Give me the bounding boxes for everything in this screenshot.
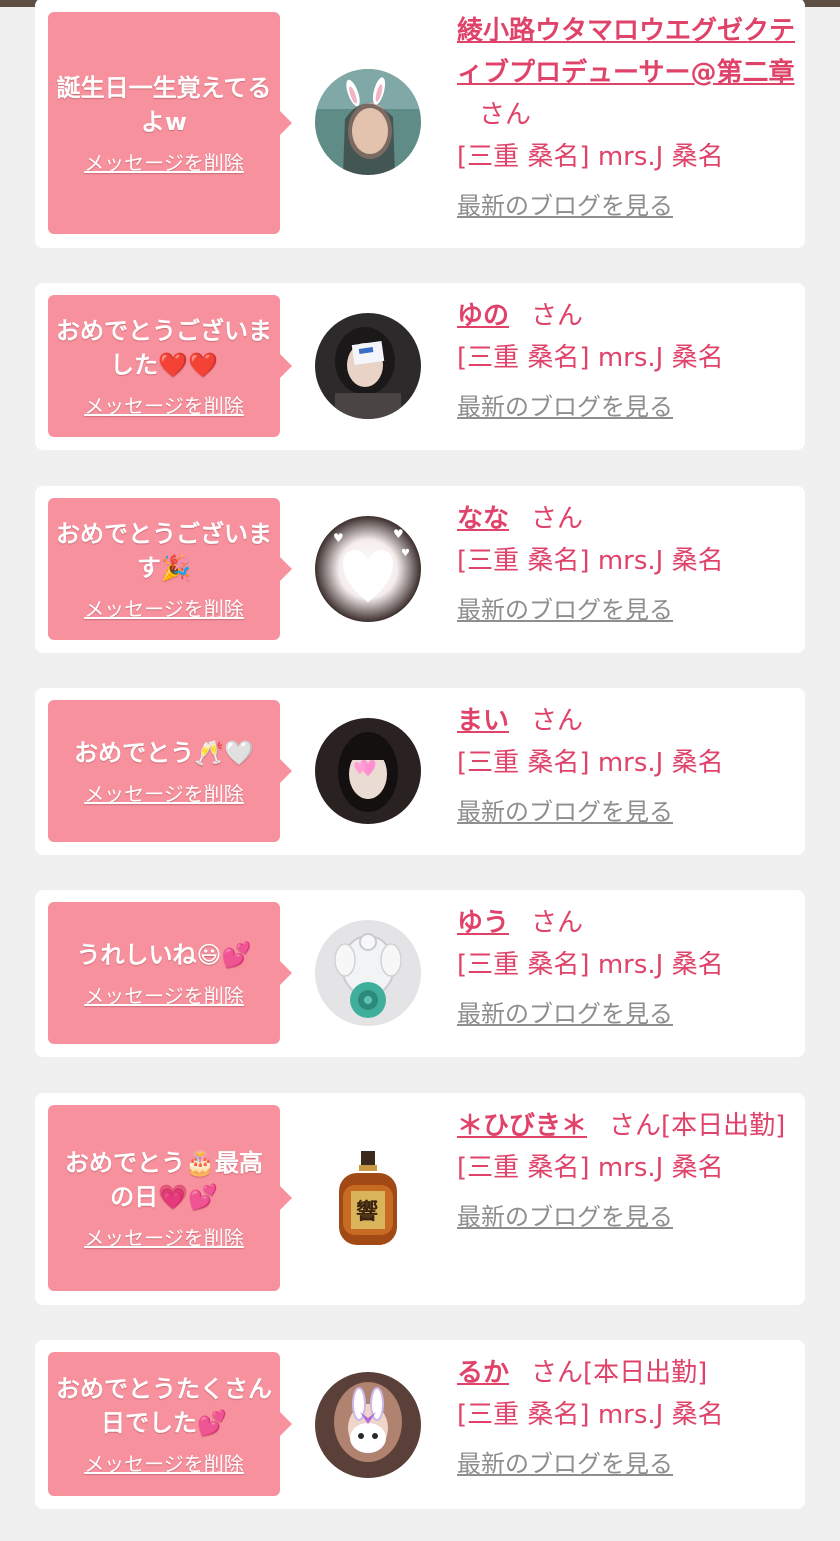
honorific: さん xyxy=(609,1111,662,1141)
svg-text:♥: ♥ xyxy=(393,527,404,541)
shop-name: [三重 桑名] mrs.J 桑名 xyxy=(457,1153,724,1183)
message-card: うれしいね😃💕 メッセージを削除 ゆう さん [三重 桑名] mrs.J 桑名 最… xyxy=(35,890,805,1057)
latest-blog-link[interactable]: 最新のブログを見る xyxy=(457,1446,673,1482)
avatar[interactable] xyxy=(315,1372,421,1478)
name-line: るか さん[本日出勤] xyxy=(457,1352,797,1394)
shop-name: [三重 桑名] mrs.J 桑名 xyxy=(457,546,724,576)
honorific: さん xyxy=(531,301,584,331)
sender-info: ゆう さん [三重 桑名] mrs.J 桑名 最新のブログを見る xyxy=(457,902,797,1032)
latest-blog-link[interactable]: 最新のブログを見る xyxy=(457,188,673,224)
latest-blog-link[interactable]: 最新のブログを見る xyxy=(457,996,673,1032)
avatar-photo-icon xyxy=(315,718,421,824)
latest-blog-link[interactable]: 最新のブログを見る xyxy=(457,794,673,830)
status-text: [本日出勤] xyxy=(583,1358,708,1388)
sender-info: なな さん [三重 桑名] mrs.J 桑名 最新のブログを見る xyxy=(457,498,797,628)
avatar-photo-icon xyxy=(315,313,421,419)
message-text: おめでとう🎂最高の日💗💕 xyxy=(65,1148,263,1211)
sender-info: ＊ひびき＊ さん[本日出勤] [三重 桑名] mrs.J 桑名 最新のブログを見る xyxy=(457,1105,797,1235)
avatar[interactable]: ♥ ♥ ♥ xyxy=(315,516,421,622)
avatar[interactable] xyxy=(315,718,421,824)
latest-blog-link[interactable]: 最新のブログを見る xyxy=(457,389,673,425)
svg-text:♥: ♥ xyxy=(333,531,344,545)
name-line: なな さん xyxy=(457,498,797,540)
shop-name: [三重 桑名] mrs.J 桑名 xyxy=(457,748,724,778)
message-text: 誕生日一生覚えてるよw xyxy=(56,73,272,136)
message-text: おめでとう🥂🤍 xyxy=(74,738,254,767)
shop-name: [三重 桑名] mrs.J 桑名 xyxy=(457,950,724,980)
latest-blog-link[interactable]: 最新のブログを見る xyxy=(457,592,673,628)
message-card: 誕生日一生覚えてるよw メッセージを削除 綾小路ウタマロウエグゼクティブプロデュ… xyxy=(35,0,805,248)
honorific: さん xyxy=(479,100,532,130)
status-text: [本日出勤] xyxy=(661,1111,786,1141)
delete-message-link[interactable]: メッセージを削除 xyxy=(84,1222,244,1251)
message-card: おめでとう🥂🤍 メッセージを削除 まい さん [三重 桑名] mrs.J 桑名 最… xyxy=(35,688,805,855)
message-bubble: おめでとうたくさん日でした💕 メッセージを削除 xyxy=(48,1352,292,1496)
honorific: さん xyxy=(531,706,584,736)
message-text: おめでとうございます🎉 xyxy=(56,519,272,582)
sender-info: 綾小路ウタマロウエグゼクティブプロデューサー@第二章さん [三重 桑名] mrs… xyxy=(457,10,797,224)
sender-info: るか さん[本日出勤] [三重 桑名] mrs.J 桑名 最新のブログを見る xyxy=(457,1352,797,1482)
sender-info: ゆの さん [三重 桑名] mrs.J 桑名 最新のブログを見る xyxy=(457,295,797,425)
sender-name-link[interactable]: ＊ひびき＊ xyxy=(457,1111,587,1141)
delete-message-link[interactable]: メッセージを削除 xyxy=(84,980,244,1009)
sender-info: まい さん [三重 桑名] mrs.J 桑名 最新のブログを見る xyxy=(457,700,797,830)
shop-name: [三重 桑名] mrs.J 桑名 xyxy=(457,142,724,172)
avatar[interactable]: 響 xyxy=(315,1145,421,1251)
message-bubble: おめでとう🎂最高の日💗💕 メッセージを削除 xyxy=(48,1105,292,1291)
shop-name: [三重 桑名] mrs.J 桑名 xyxy=(457,1400,724,1430)
honorific: さん xyxy=(531,504,584,534)
sender-name-link[interactable]: るか xyxy=(457,1358,509,1388)
message-bubble: 誕生日一生覚えてるよw メッセージを削除 xyxy=(48,12,292,234)
sender-name-link[interactable]: まい xyxy=(457,706,509,736)
name-line: ＊ひびき＊ さん[本日出勤] xyxy=(457,1105,797,1147)
message-bubble: おめでとうございます🎉 メッセージを削除 xyxy=(48,498,292,640)
delete-message-link[interactable]: メッセージを削除 xyxy=(84,778,244,807)
honorific: さん xyxy=(531,1358,584,1388)
name-line: まい さん xyxy=(457,700,797,742)
svg-text:響: 響 xyxy=(356,1199,378,1225)
avatar-photo-icon xyxy=(315,1372,421,1478)
shop-name: [三重 桑名] mrs.J 桑名 xyxy=(457,343,724,373)
delete-message-link[interactable]: メッセージを削除 xyxy=(84,1448,244,1477)
avatar[interactable] xyxy=(315,313,421,419)
avatar-photo-icon xyxy=(315,69,421,175)
name-line: ゆう さん xyxy=(457,902,797,944)
sender-name-link[interactable]: ゆう xyxy=(457,908,509,938)
message-card: おめでとうたくさん日でした💕 メッセージを削除 るか さん[本日出勤] [三重 桑… xyxy=(35,1340,805,1509)
latest-blog-link[interactable]: 最新のブログを見る xyxy=(457,1199,673,1235)
message-text: おめでとうございました❤️❤️ xyxy=(56,316,272,379)
message-card: おめでとうございます🎉 メッセージを削除 ♥ ♥ ♥ なな さん [三重 桑名] … xyxy=(35,486,805,653)
message-bubble: おめでとう🥂🤍 メッセージを削除 xyxy=(48,700,292,842)
avatar[interactable] xyxy=(315,69,421,175)
sender-name-link[interactable]: なな xyxy=(457,504,509,534)
avatar[interactable] xyxy=(315,920,421,1026)
name-line: ゆの さん xyxy=(457,295,797,337)
delete-message-link[interactable]: メッセージを削除 xyxy=(84,147,244,176)
sender-name-link[interactable]: ゆの xyxy=(457,301,509,331)
avatar-photo-icon xyxy=(315,920,421,1026)
message-text: おめでとうたくさん日でした💕 xyxy=(56,1374,272,1437)
delete-message-link[interactable]: メッセージを削除 xyxy=(84,593,244,622)
name-line: 綾小路ウタマロウエグゼクティブプロデューサー@第二章さん xyxy=(457,10,797,136)
message-card: おめでとうございました❤️❤️ メッセージを削除 ゆの さん [三重 桑名] mr… xyxy=(35,283,805,450)
avatar-photo-icon: ♥ ♥ ♥ xyxy=(315,516,421,622)
sender-name-link[interactable]: 綾小路ウタマロウエグゼクティブプロデューサー@第二章 xyxy=(457,16,795,88)
honorific: さん xyxy=(531,908,584,938)
message-card: おめでとう🎂最高の日💗💕 メッセージを削除 響 ＊ひびき＊ さん[本日出勤] [三… xyxy=(35,1093,805,1305)
avatar-photo-icon: 響 xyxy=(315,1145,421,1251)
svg-text:♥: ♥ xyxy=(401,548,410,559)
message-bubble: おめでとうございました❤️❤️ メッセージを削除 xyxy=(48,295,292,437)
delete-message-link[interactable]: メッセージを削除 xyxy=(84,390,244,419)
message-text: うれしいね😃💕 xyxy=(76,940,252,969)
message-bubble: うれしいね😃💕 メッセージを削除 xyxy=(48,902,292,1044)
